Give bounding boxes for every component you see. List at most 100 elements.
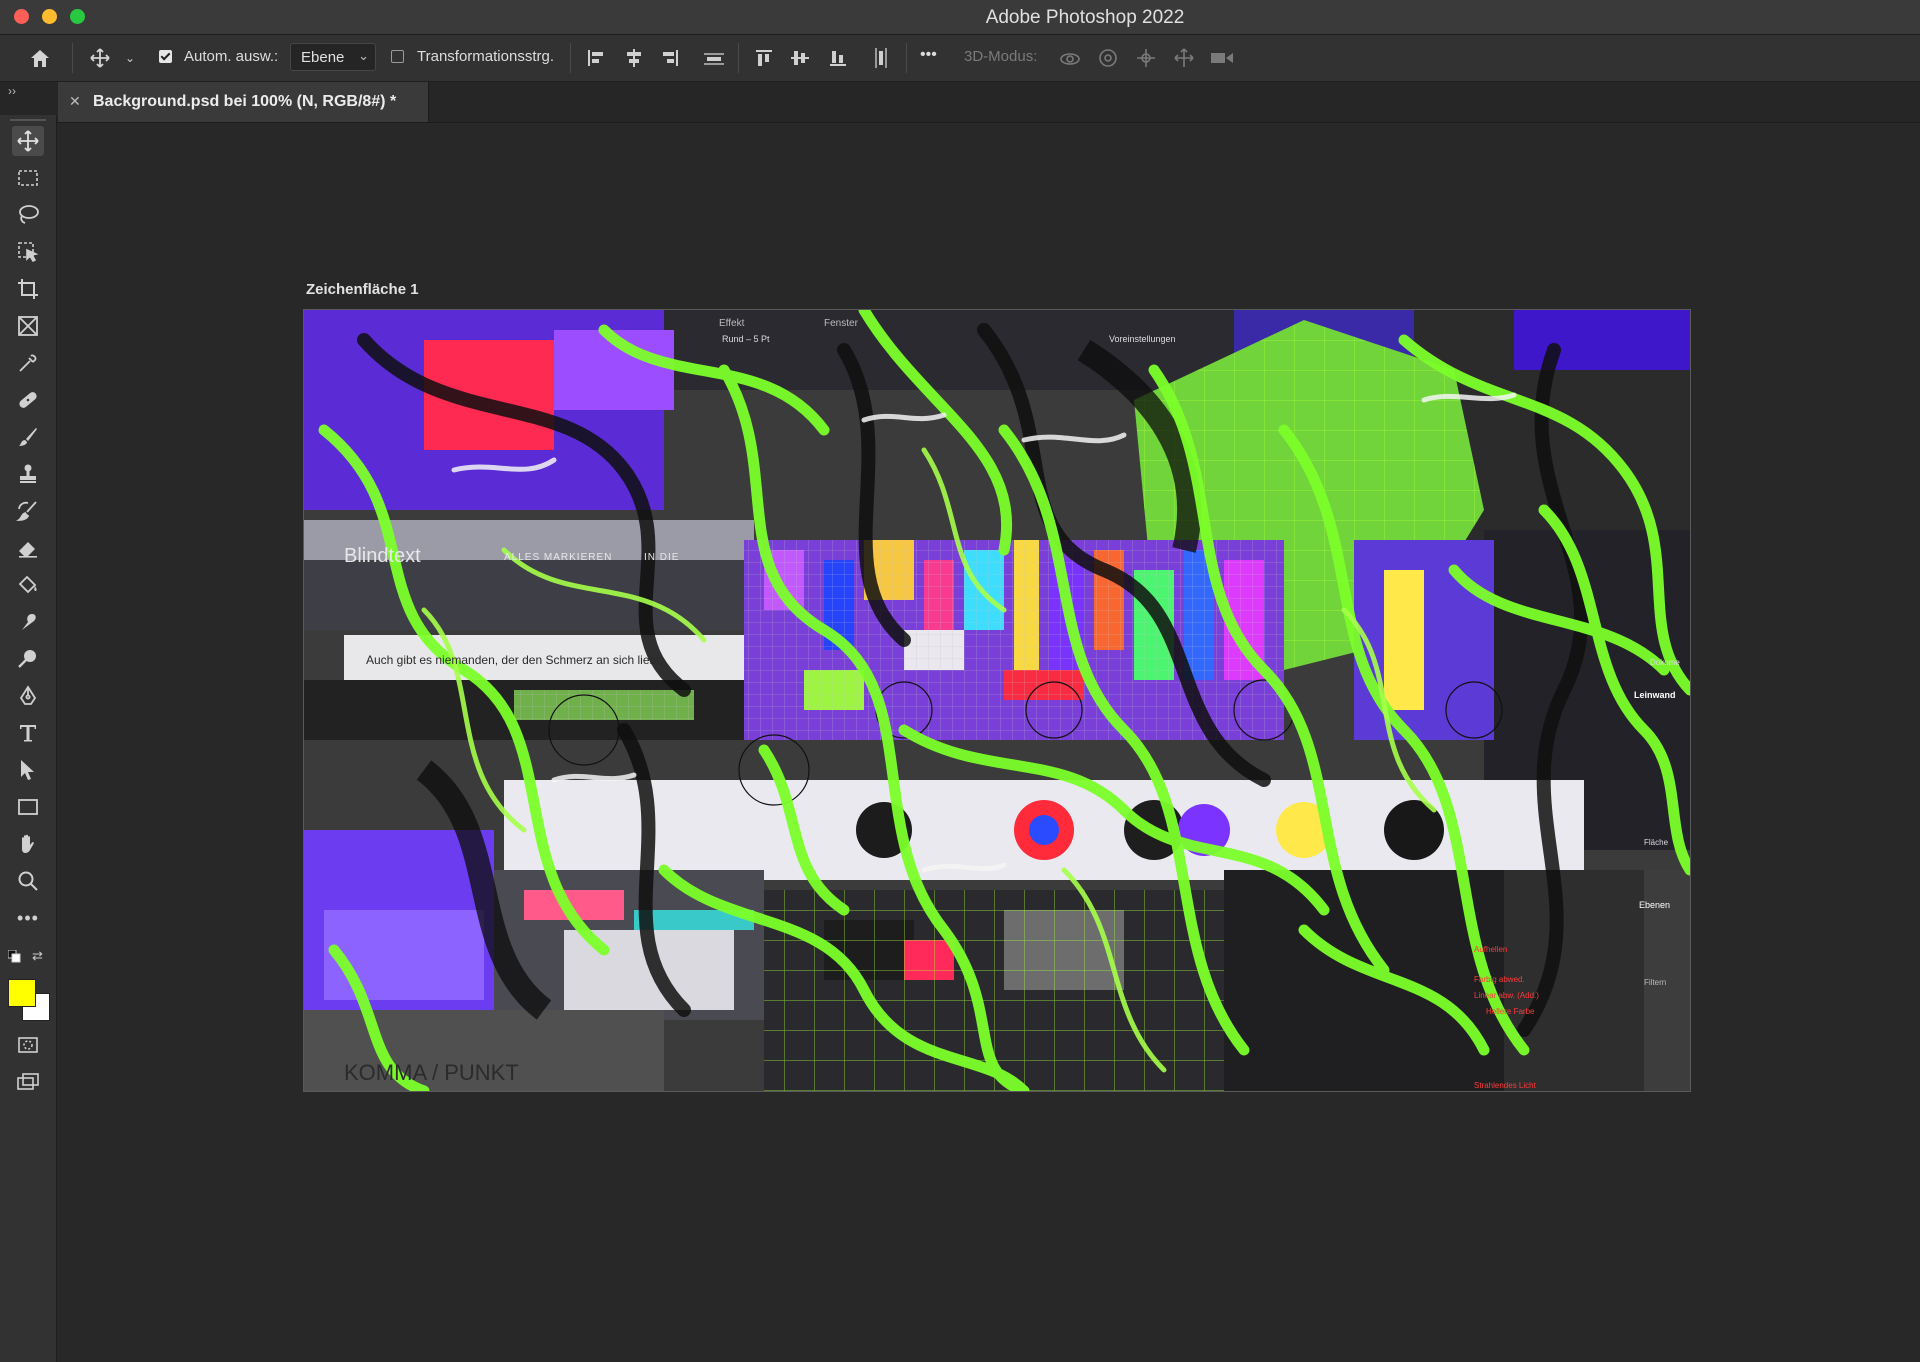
align-bottom-icon[interactable] (824, 44, 852, 72)
document-tab-title: Background.psd bei 100% (N, RGB/8#) * (93, 93, 397, 110)
chevron-down-icon: ⌄ (358, 48, 369, 63)
transform-controls-label: Transformationsstrg. (417, 48, 554, 65)
collage-text-in-die: IN DIE (644, 552, 679, 563)
3d-slide-icon (1170, 44, 1198, 72)
history-brush-icon (16, 501, 37, 521)
quick-mask-icon (18, 1037, 38, 1053)
collage-image: Blindtext ALLES MARKIEREN IN DIE Auch gi… (304, 310, 1690, 1091)
auto-select-label: Autom. ausw.: (184, 48, 279, 65)
3d-roll-icon (1094, 44, 1122, 72)
crop-tool-button[interactable] (12, 274, 44, 304)
collage-text-aufhellen: Aufhellen (1474, 945, 1507, 954)
auto-select-target-value: Ebene (301, 49, 345, 66)
collage-text-komma-punkt: KOMMA / PUNKT (344, 1060, 519, 1085)
app-title: Adobe Photoshop 2022 (985, 7, 1185, 28)
collage-text-strahlendes-licht: Strahlendes Licht (1474, 1081, 1537, 1090)
zoom-icon (18, 871, 38, 891)
collage-text-blindtext: Blindtext (344, 545, 421, 567)
3d-camera-icon (1208, 44, 1236, 72)
distribute-vertical-icon[interactable] (866, 44, 894, 72)
type-icon (20, 725, 36, 742)
move-tool-preset-icon[interactable] (86, 44, 114, 72)
bandage-icon (19, 392, 37, 408)
move-icon (17, 130, 39, 152)
quick-mask-button[interactable] (12, 1030, 44, 1060)
dodge-icon (18, 650, 36, 668)
eraser-icon (19, 542, 37, 558)
align-hcenter-icon[interactable] (620, 44, 648, 72)
healing-tool-button[interactable] (12, 385, 44, 415)
transform-controls-checkbox[interactable] (391, 50, 404, 63)
collage-text-effekt: Effekt (719, 318, 745, 329)
collage-text-fenster: Fenster (824, 318, 859, 329)
eraser-tool-button[interactable] (12, 533, 44, 563)
collage-text-hellere-farbe: Hellere Farbe (1486, 1007, 1535, 1016)
type-tool-button[interactable] (12, 718, 44, 748)
history-brush-tool-button[interactable] (12, 496, 44, 526)
stamp-tool-button[interactable] (12, 459, 44, 489)
title-bar: Adobe Photoshop 2022 (0, 0, 1920, 35)
collage-text-ebenen: Ebenen (1639, 900, 1670, 910)
dodge-tool-button[interactable] (12, 644, 44, 674)
move-tool-button[interactable] (12, 126, 44, 156)
eyedropper-tool-button[interactable] (12, 348, 44, 378)
auto-select-target-select[interactable]: Ebene ⌄ (290, 43, 376, 71)
collapse-panels-icon[interactable]: ›› (8, 84, 16, 98)
distribute-horizontal-icon[interactable] (700, 44, 728, 72)
marquee-tool-button[interactable] (12, 163, 44, 193)
lasso-tool-button[interactable] (12, 200, 44, 230)
hand-tool-button[interactable] (12, 829, 44, 859)
collage-text-voreinstellungen: Voreinstellungen (1109, 334, 1176, 344)
home-icon[interactable] (26, 44, 54, 72)
eyedropper-icon (19, 354, 37, 372)
foreground-color-swatch[interactable] (8, 979, 36, 1007)
preset-chevron-down-icon[interactable]: ⌄ (116, 44, 144, 72)
brush-tool-button[interactable] (12, 422, 44, 452)
collage-text-linear-abw: Linear abw. (Add.) (1474, 991, 1539, 1000)
pen-icon (19, 685, 37, 705)
screen-mode-button[interactable] (12, 1067, 44, 1097)
collage-text-sentence: Auch gibt es niemanden, der den Schmerz … (366, 653, 663, 667)
pen-tool-button[interactable] (12, 681, 44, 711)
smudge-icon (22, 614, 36, 630)
align-vcenter-icon[interactable] (786, 44, 814, 72)
collage-text-farbig-abwed: Farbig abwed. (1474, 975, 1525, 984)
3d-mode-label: 3D-Modus: (964, 48, 1038, 65)
crop-icon (18, 279, 38, 299)
paint-bucket-tool-button[interactable] (12, 570, 44, 600)
default-colors-icon[interactable] (7, 949, 21, 963)
object-select-tool-button[interactable] (12, 237, 44, 267)
document-tab[interactable]: ✕ Background.psd bei 100% (N, RGB/8#) * (58, 82, 429, 122)
rect-marquee-icon (18, 170, 38, 186)
rectangle-icon (18, 799, 38, 815)
artboard-canvas[interactable]: Blindtext ALLES MARKIEREN IN DIE Auch gi… (303, 309, 1691, 1092)
close-tab-icon[interactable]: ✕ (69, 93, 81, 110)
edit-toolbar-button[interactable]: ••• (12, 903, 44, 933)
more-options-icon[interactable]: ••• (920, 46, 937, 64)
frame-tool-button[interactable] (12, 311, 44, 341)
align-right-icon[interactable] (656, 44, 684, 72)
more-icon: ••• (17, 907, 39, 928)
collage-text-rund: Rund – 5 Pt (722, 334, 770, 344)
bucket-icon (18, 575, 37, 594)
arrow-icon (21, 760, 34, 780)
3d-pan-icon (1132, 44, 1160, 72)
path-select-tool-button[interactable] (12, 755, 44, 785)
smudge-tool-button[interactable] (12, 607, 44, 637)
swap-colors-icon[interactable]: ⇄ (32, 948, 43, 964)
auto-select-checkbox[interactable] (159, 50, 172, 63)
screen-mode-icon (17, 1073, 39, 1090)
collage-text-filtern: Filtern (1644, 978, 1666, 987)
lasso-icon (19, 205, 39, 224)
align-top-icon[interactable] (750, 44, 778, 72)
stamp-icon (20, 464, 36, 483)
frame-icon (18, 316, 38, 336)
zoom-tool-button[interactable] (12, 866, 44, 896)
align-left-icon[interactable] (582, 44, 610, 72)
brush-icon (19, 428, 37, 446)
hand-icon (22, 834, 34, 853)
rectangle-tool-button[interactable] (12, 792, 44, 822)
artboard-label[interactable]: Zeichenfläche 1 (306, 281, 419, 298)
collage-text-flaeche: Fläche (1644, 838, 1669, 847)
object-select-icon (18, 242, 39, 263)
